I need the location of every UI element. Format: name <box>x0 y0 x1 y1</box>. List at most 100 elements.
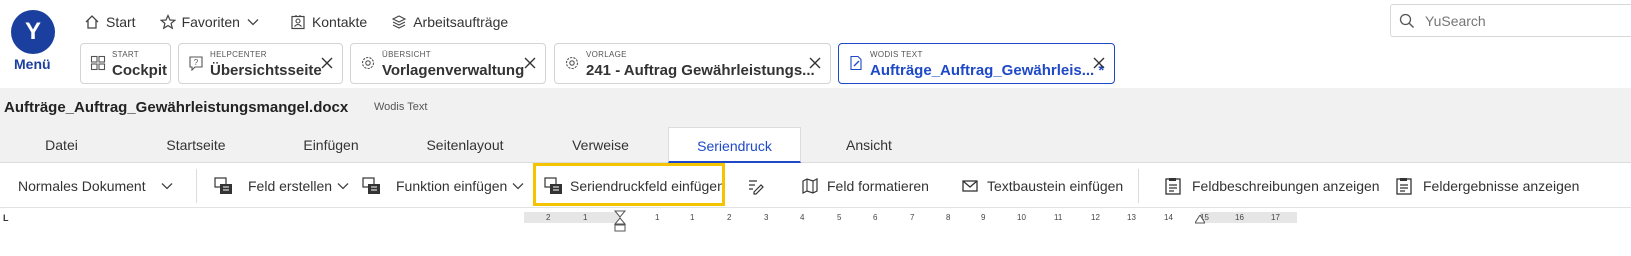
funktion-einfuegen-label: Funktion einfügen <box>396 177 508 194</box>
tab-cockpit-label: Cockpit <box>112 62 168 79</box>
indent-marker-icon[interactable] <box>614 210 626 232</box>
tab-vorlage-label: 241 - Auftrag Gewährleistungs... <box>586 62 815 79</box>
feld-erstellen-button[interactable]: Feld erstellen <box>214 163 358 208</box>
ruler-number: 1 <box>690 213 695 222</box>
tab-wodis-text-label: Aufträge_Auftrag_Gewährleis... * <box>870 62 1105 79</box>
star-icon <box>159 14 176 30</box>
tab-uebersichtsseite[interactable]: ? HELPCENTER Übersichtsseite <box>178 43 343 84</box>
feldbeschreibungen-anzeigen-button[interactable]: Feldbeschreibungen anzeigen <box>1164 163 1380 208</box>
ruler-number: 7 <box>910 213 915 222</box>
nav-favoriten-label: Favoriten <box>181 14 240 30</box>
svg-text:?: ? <box>194 58 199 67</box>
right-indent-marker-icon[interactable] <box>1195 215 1205 224</box>
dashboard-icon <box>90 55 106 71</box>
format-field-icon <box>802 177 818 194</box>
settings-icon <box>361 56 375 70</box>
style-select[interactable]: Normales Dokument <box>18 163 182 208</box>
field-descriptions-icon <box>1165 177 1181 195</box>
feld-erstellen-label: Feld erstellen <box>248 177 333 194</box>
chevron-down-icon <box>337 182 349 189</box>
ribbon-tab-seitenlayout[interactable]: Seitenlayout <box>393 127 537 163</box>
edit-document-icon <box>850 55 862 71</box>
ruler-number: 6 <box>873 213 878 222</box>
document-title: Aufträge_Auftrag_Gewährleistungsmangel.d… <box>4 99 349 116</box>
tab-uebersichtsseite-category: HELPCENTER <box>210 50 267 59</box>
tab-vorlagenverwaltung-label: Vorlagenverwaltung <box>382 62 525 79</box>
ribbon-tab-seriendruck[interactable]: Seriendruck <box>668 127 801 163</box>
ribbon-toolbar: Normales Dokument Feld erstellen Funktio… <box>0 163 1631 208</box>
ruler-number: 1 <box>583 213 588 222</box>
ruler-number: 5 <box>837 213 842 222</box>
ribbon-tab-startseite[interactable]: Startseite <box>123 127 269 163</box>
ribbon-tab-einfuegen[interactable]: Einfügen <box>269 127 393 163</box>
search-icon <box>1399 13 1414 28</box>
tab-wodis-text[interactable]: WODIS TEXT Aufträge_Auftrag_Gewährleis..… <box>838 43 1115 84</box>
style-select-value: Normales Dokument <box>18 177 146 194</box>
textbaustein-einfuegen-label: Textbaustein einfügen <box>987 177 1124 194</box>
tab-vorlage[interactable]: VORLAGE 241 - Auftrag Gewährleistungs... <box>554 43 831 84</box>
tab-vorlagenverwaltung-category: ÜBERSICHT <box>382 50 431 59</box>
ruler-number: 11 <box>1054 213 1063 222</box>
textbaustein-einfuegen-button[interactable]: Textbaustein einfügen <box>961 163 1123 208</box>
close-icon[interactable] <box>523 56 537 70</box>
nav-arbeitsauftraege-label: Arbeitsaufträge <box>413 14 509 30</box>
settings-icon <box>565 56 579 70</box>
search-box[interactable] <box>1390 4 1631 37</box>
field-results-icon <box>1396 177 1412 195</box>
ruler-number: 9 <box>981 213 986 222</box>
home-icon <box>85 15 99 29</box>
ruler-number: 2 <box>727 213 732 222</box>
chevron-down-icon <box>161 182 173 189</box>
merge-field-icon <box>214 176 232 194</box>
close-icon[interactable] <box>320 56 334 70</box>
ruler-number: 3 <box>764 213 769 222</box>
funktion-einfuegen-button[interactable]: Funktion einfügen <box>362 163 533 208</box>
ribbon-tab-ansicht[interactable]: Ansicht <box>801 127 937 163</box>
layers-icon <box>391 15 407 29</box>
help-icon: ? <box>189 56 203 71</box>
nav-kontakte-label: Kontakte <box>311 14 368 30</box>
ruler-number: 8 <box>946 213 951 222</box>
ruler-bar: 2 1 1 1 2 3 4 5 6 7 8 9 10 11 12 13 14 1… <box>0 208 1631 232</box>
feld-formatieren-button[interactable]: Feld formatieren <box>801 163 929 208</box>
nav-start-label: Start <box>106 14 136 30</box>
ruler-number: 10 <box>1017 213 1026 222</box>
ribbon-tab-datei[interactable]: Datei <box>0 127 123 163</box>
nav-arbeitsauftraege[interactable]: Arbeitsaufträge <box>391 12 508 32</box>
nav-kontakte[interactable]: Kontakte <box>290 12 367 32</box>
ribbon-tabs: Datei Startseite Einfügen Seitenlayout V… <box>0 127 1631 163</box>
highlight-box <box>533 163 725 206</box>
search-input[interactable] <box>1423 11 1607 30</box>
ruler-number: 16 <box>1235 213 1244 222</box>
tab-wodis-text-category: WODIS TEXT <box>870 50 923 59</box>
function-icon <box>362 176 380 194</box>
horizontal-ruler[interactable]: 2 1 1 1 2 3 4 5 6 7 8 9 10 11 12 13 14 1… <box>524 210 1297 232</box>
ruler-number: 4 <box>800 213 805 222</box>
ribbon-tab-verweise[interactable]: Verweise <box>537 127 664 163</box>
contacts-icon <box>291 15 305 30</box>
tab-cockpit[interactable]: START Cockpit <box>80 43 171 84</box>
feldergebnisse-anzeigen-button[interactable]: Feldergebnisse anzeigen <box>1395 163 1579 208</box>
edit-field-icon <box>749 179 764 195</box>
tab-stop-selector[interactable]: L <box>3 213 9 223</box>
tab-vorlagenverwaltung[interactable]: ÜBERSICHT Vorlagenverwaltung <box>350 43 546 84</box>
app-logo[interactable]: Y <box>11 10 55 54</box>
ruler-number: 14 <box>1164 213 1173 222</box>
nav-start[interactable]: Start <box>84 12 136 32</box>
ruler-number: 2 <box>546 213 551 222</box>
edit-field-button[interactable] <box>746 163 772 208</box>
envelope-icon <box>962 179 978 192</box>
menu-label[interactable]: Menü <box>14 56 51 72</box>
top-header: Y Menü Start Favoriten Kontakte Arbeitsa… <box>0 0 1631 88</box>
ruler-number: 13 <box>1127 213 1136 222</box>
feldbeschreibungen-anzeigen-label: Feldbeschreibungen anzeigen <box>1192 177 1380 194</box>
feldergebnisse-anzeigen-label: Feldergebnisse anzeigen <box>1423 177 1580 194</box>
close-icon[interactable] <box>1092 56 1106 70</box>
close-icon[interactable] <box>808 56 822 70</box>
nav-favoriten[interactable]: Favoriten <box>159 12 266 32</box>
chevron-down-icon <box>247 19 259 26</box>
toolbar-divider <box>1138 169 1139 203</box>
tab-vorlage-category: VORLAGE <box>586 50 627 59</box>
tab-uebersichtsseite-label: Übersichtsseite <box>210 62 322 79</box>
document-type: Wodis Text <box>374 101 428 113</box>
